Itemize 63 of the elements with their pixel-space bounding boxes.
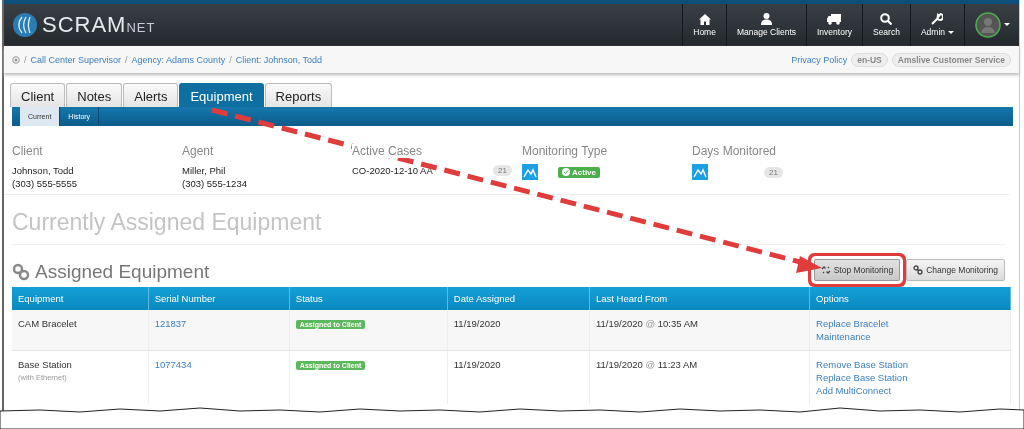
service-pill[interactable]: Amslive Customer Service: [891, 52, 1011, 67]
case-number: CO-2020-12-10 AA: [352, 164, 433, 177]
user-icon: [760, 13, 772, 25]
privacy-link[interactable]: Privacy Policy: [791, 54, 848, 65]
breadcrumb-separator: /: [125, 54, 128, 65]
table-cell: 11/19/2020 @ 10:35 AM: [589, 310, 810, 351]
count-pill: 21: [493, 165, 512, 176]
table-cell: 11/19/2020: [447, 350, 590, 404]
client-name: Johnson, Todd: [12, 164, 75, 177]
serial-link[interactable]: 121837: [154, 318, 187, 329]
broken-link-icon: [820, 265, 831, 275]
field-label: Client: [12, 144, 44, 158]
field-label: Days Monitored: [692, 144, 778, 158]
field-label: Agent: [182, 144, 215, 158]
chart-icon: [522, 164, 538, 180]
breadcrumb-separator: /: [24, 54, 27, 65]
tab[interactable]: Alerts: [123, 83, 179, 107]
tab[interactable]: Client: [10, 83, 66, 107]
breadcrumb-link[interactable]: Call Center Supervisor: [30, 54, 122, 65]
column-header: Status: [289, 287, 448, 310]
field-label: Monitoring Type: [522, 144, 609, 158]
column-header: Options: [809, 287, 1011, 310]
home-icon: [698, 13, 711, 25]
link-icon: [12, 263, 30, 281]
breadcrumb-link[interactable]: Client: Johnson, Todd: [235, 54, 323, 65]
logo-icon: [12, 12, 38, 38]
option-link[interactable]: Replace Base Station: [816, 371, 1004, 384]
tab[interactable]: Reports: [264, 83, 333, 107]
action-button[interactable]: Change Monitoring: [906, 259, 1005, 281]
breadcrumb-link[interactable]: Agency: Adams County: [131, 54, 226, 65]
column-header: Serial Number: [148, 287, 290, 310]
status-badge: Active: [558, 166, 600, 178]
locale-pill[interactable]: en-US: [851, 52, 888, 67]
link-icon: [913, 265, 924, 275]
phone-number: (303) 555-1234: [182, 177, 248, 190]
option-link[interactable]: Maintenance: [816, 330, 1004, 343]
truck-icon: [827, 13, 842, 25]
column-header: Date Assigned: [447, 287, 590, 310]
chart-icon: [692, 164, 708, 180]
count-pill: 21: [764, 166, 783, 178]
section-title: Assigned Equipment: [35, 261, 210, 283]
column-header: Equipment: [12, 287, 149, 310]
option-link[interactable]: Add MultiConnect: [816, 384, 1004, 397]
home-circle-icon[interactable]: [12, 55, 20, 64]
tab[interactable]: Notes: [66, 83, 123, 107]
option-link[interactable]: Remove Base Station: [816, 358, 1004, 371]
serial-link[interactable]: 1077434: [154, 359, 192, 370]
check-icon: [562, 168, 570, 176]
table-cell: 11/19/2020 @ 11:23 AM: [589, 350, 810, 404]
breadcrumb-separator: /: [229, 54, 232, 65]
column-header: Last Heard From: [589, 287, 810, 310]
field-label: Active Cases: [352, 144, 423, 158]
table-cell: CAM Bracelet: [12, 310, 149, 351]
phone-number: (303) 555-5555: [12, 177, 78, 190]
table-cell: 11/19/2020: [447, 310, 590, 351]
option-link[interactable]: Replace Bracelet: [816, 317, 1004, 330]
wrench-icon: [931, 13, 944, 25]
avatar-icon[interactable]: [975, 11, 1011, 39]
tab[interactable]: Equipment: [179, 83, 264, 107]
brand-name[interactable]: SCRAM NET: [42, 12, 156, 38]
agent-link[interactable]: Miller, Phil: [182, 165, 226, 176]
search-icon: [880, 13, 893, 25]
page-title: Currently Assigned Equipment: [12, 209, 1005, 245]
